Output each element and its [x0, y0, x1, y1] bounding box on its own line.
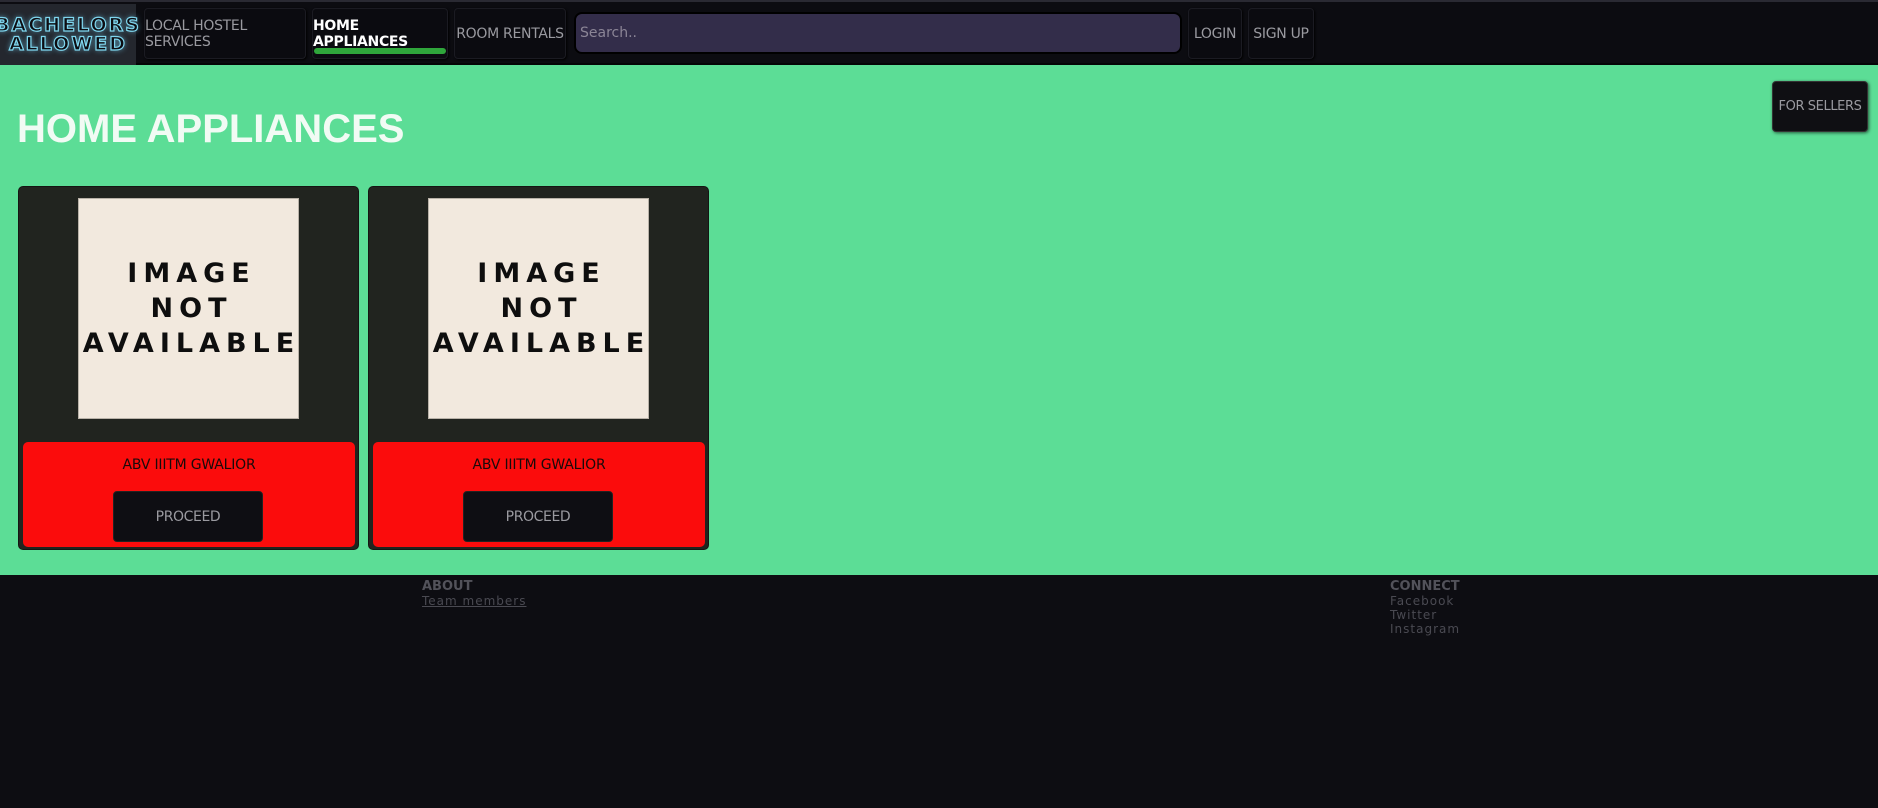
image-text-line: IMAGE	[127, 258, 256, 289]
for-sellers-button[interactable]: FOR SELLERS	[1772, 81, 1868, 132]
page-title: HOME APPLIANCES	[17, 107, 405, 151]
proceed-button[interactable]: PROCEED	[113, 491, 263, 542]
footer-link-facebook[interactable]: Facebook	[1390, 594, 1460, 608]
card-location: ABV IIITM GWALIOR	[472, 457, 606, 473]
signup-button[interactable]: SIGN UP	[1248, 8, 1314, 59]
footer-link-twitter[interactable]: Twitter	[1390, 608, 1460, 622]
card-info-panel: ABV IIITM GWALIOR PROCEED	[23, 442, 355, 547]
footer-link-instagram[interactable]: Instagram	[1390, 622, 1460, 636]
site-logo[interactable]: BACHELORS ALLOWED	[0, 4, 140, 65]
card-info-panel: ABV IIITM GWALIOR PROCEED	[373, 442, 705, 547]
card-location: ABV IIITM GWALIOR	[122, 457, 256, 473]
logo-line-2: ALLOWED	[8, 32, 128, 55]
image-text-line: AVAILABLE	[82, 328, 301, 359]
product-card: IMAGE NOT AVAILABLE ABV IIITM GWALIOR PR…	[368, 186, 709, 550]
nav-local-hostel-services[interactable]: LOCAL HOSTEL SERVICES	[144, 8, 306, 59]
footer-connect-heading: CONNECT	[1390, 579, 1460, 594]
proceed-button[interactable]: PROCEED	[463, 491, 613, 542]
main-content: FOR SELLERS HOME APPLIANCES IMAGE NOT AV…	[0, 65, 1878, 575]
login-button[interactable]: LOGIN	[1188, 8, 1242, 59]
footer-about-heading: ABOUT	[422, 579, 473, 594]
product-image-placeholder: IMAGE NOT AVAILABLE	[428, 198, 649, 419]
logo-line-1: BACHELORS	[0, 13, 141, 36]
navbar: BACHELORS ALLOWED LOCAL HOSTEL SERVICES …	[0, 0, 1878, 65]
image-text-line: NOT	[500, 293, 583, 324]
search-input[interactable]	[574, 12, 1182, 54]
product-image-placeholder: IMAGE NOT AVAILABLE	[78, 198, 299, 419]
footer-link-team-members[interactable]: Team members	[422, 594, 526, 608]
image-text-line: AVAILABLE	[432, 328, 651, 359]
footer-about: ABOUT Team members	[422, 579, 526, 609]
image-text-line: IMAGE	[477, 258, 606, 289]
product-card: IMAGE NOT AVAILABLE ABV IIITM GWALIOR PR…	[18, 186, 359, 550]
footer-connect: CONNECT Facebook Twitter Instagram	[1390, 579, 1460, 637]
nav-room-rentals[interactable]: ROOM RENTALS	[454, 8, 566, 59]
nav-home-appliances[interactable]: HOME APPLIANCES	[312, 8, 448, 59]
image-text-line: NOT	[150, 293, 233, 324]
footer: ABOUT Team members CONNECT Facebook Twit…	[0, 575, 1878, 808]
